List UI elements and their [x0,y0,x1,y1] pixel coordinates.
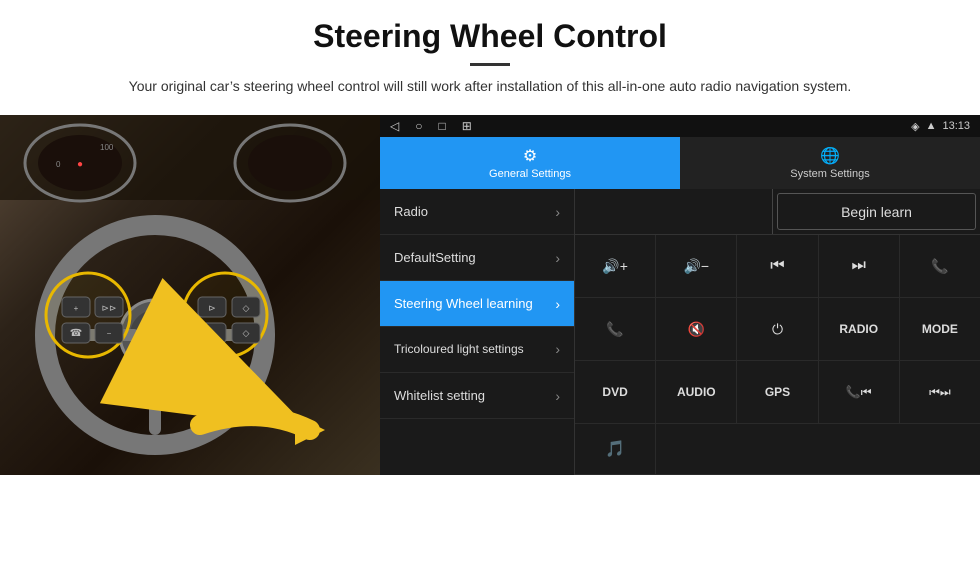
svg-text:100: 100 [100,143,114,152]
status-bar-right: ◈ ▲ 13:13 [911,120,970,133]
mode-label: MODE [922,322,958,336]
gps-label: GPS [765,385,790,399]
svg-text:○: ○ [209,328,214,338]
tab-system-settings[interactable]: 🌐 System Settings [680,137,980,189]
svg-text:−: − [107,329,112,338]
menu-whitelist-label: Whitelist setting [394,388,485,403]
steering-wheel-svg: ● 0 100 + [0,115,380,475]
dvd-label: DVD [602,385,627,399]
menu-item-steering[interactable]: Steering Wheel learning › [380,281,574,327]
menu-list: Radio › DefaultSetting › Steering Wheel … [380,189,575,475]
menu-item-default[interactable]: DefaultSetting › [380,235,574,281]
audio-label: AUDIO [677,385,716,399]
audio-btn[interactable]: AUDIO [656,361,737,423]
prev-track-btn[interactable]: ⏮ [737,235,818,297]
vol-down-icon: 🔊− [684,258,710,275]
page-title: Steering Wheel Control [60,18,920,55]
controls-area: Begin learn 🔊+ 🔊− [575,189,980,475]
menu-default-chevron: › [555,250,560,266]
answer-call-icon: 📞 [606,321,623,338]
svg-text:◇: ◇ [243,303,250,313]
controls-row-4: 🎵 [575,424,980,475]
music-icon: 🎵 [605,439,625,459]
content-row: ● 0 100 + [0,115,980,564]
controls-grid: 🔊+ 🔊− ⏮ ⏭ 📞 [575,235,980,475]
mute-btn[interactable]: 🔇 [656,298,737,360]
general-settings-icon: ⚙ [523,146,537,166]
dvd-btn[interactable]: DVD [575,361,656,423]
svg-text:0: 0 [56,160,61,169]
answer-call-btn[interactable]: 📞 [575,298,656,360]
empty-learn-box [575,189,773,234]
power-btn[interactable]: ⏻ [737,298,818,360]
signal-icon: ▲ [926,120,937,132]
menu-item-tricoloured[interactable]: Tricoloured light settings › [380,327,574,373]
location-icon: ◈ [911,120,919,133]
nav-buttons: ◁ ○ □ ⊞ [390,119,472,133]
svg-text:☎: ☎ [70,328,82,339]
controls-top-row: Begin learn [575,189,980,235]
menu-radio-chevron: › [555,204,560,220]
power-icon: ⏻ [772,321,783,338]
menu-steering-chevron: › [555,296,560,312]
page-subtitle: Your original car’s steering wheel contr… [110,76,870,97]
tab-system-label: System Settings [790,168,869,180]
menu-steering-label: Steering Wheel learning [394,296,533,311]
empty-cell-1 [656,424,980,474]
controls-row-1: 🔊+ 🔊− ⏮ ⏭ 📞 [575,235,980,298]
next-track-btn[interactable]: ⏭ [819,235,900,297]
system-settings-icon: 🌐 [820,146,840,166]
prev-next-icon: ⏮⏭ [929,385,951,400]
status-bar: ◁ ○ □ ⊞ ◈ ▲ 13:13 [380,115,980,137]
radio-label: RADIO [839,322,878,336]
menu-default-label: DefaultSetting [394,250,476,265]
mode-btn[interactable]: MODE [900,298,980,360]
phone-prev-btn[interactable]: 📞⏮ [819,361,900,423]
home-nav-btn[interactable]: ○ [415,119,422,133]
time-display: 13:13 [942,120,970,132]
svg-text:◇: ◇ [243,328,250,338]
next-track-icon: ⏭ [852,257,866,275]
back-nav-btn[interactable]: ◁ [390,119,399,133]
svg-text:⊳: ⊳ [208,303,216,313]
device-panel: ◁ ○ □ ⊞ ◈ ▲ 13:13 ⚙ General Settings [380,115,980,475]
vol-down-btn[interactable]: 🔊− [656,235,737,297]
mute-icon: 🔇 [688,321,705,338]
prev-track-icon: ⏮ [770,257,784,275]
controls-row-2: 📞 🔇 ⏻ RADIO MO [575,298,980,361]
tab-general-settings[interactable]: ⚙ General Settings [380,137,680,189]
svg-text:⊳⊳: ⊳⊳ [101,303,116,313]
controls-row-3: DVD AUDIO GPS 📞⏮ [575,361,980,424]
main-area: Radio › DefaultSetting › Steering Wheel … [380,189,980,475]
menu-item-radio[interactable]: Radio › [380,189,574,235]
begin-learn-button[interactable]: Begin learn [777,193,976,230]
menu-item-whitelist[interactable]: Whitelist setting › [380,373,574,419]
vol-up-icon: 🔊+ [602,258,628,275]
menu-tricoloured-chevron: › [555,341,560,358]
menu-radio-label: Radio [394,204,428,219]
page-container: Steering Wheel Control Your original car… [0,0,980,564]
music-btn[interactable]: 🎵 [575,424,656,474]
phone-prev-icon: 📞⏮ [846,385,872,400]
steering-wheel-photo: ● 0 100 + [0,115,380,475]
title-divider [470,63,510,66]
gps-btn[interactable]: GPS [737,361,818,423]
prev-next-btn[interactable]: ⏮⏭ [900,361,980,423]
vol-up-btn[interactable]: 🔊+ [575,235,656,297]
menu-tricoloured-label: Tricoloured light settings [394,342,524,356]
header-section: Steering Wheel Control Your original car… [0,0,980,105]
radio-btn[interactable]: RADIO [819,298,900,360]
tab-general-label: General Settings [489,168,571,180]
phone-pickup-icon: 📞 [931,258,948,275]
menu-whitelist-chevron: › [555,388,560,404]
svg-text:+: + [74,304,79,313]
svg-text:●: ● [77,159,83,170]
menu-nav-btn[interactable]: ⊞ [462,119,472,133]
recents-nav-btn[interactable]: □ [438,119,445,133]
tabs-row: ⚙ General Settings 🌐 System Settings [380,137,980,189]
phone-pickup-btn[interactable]: 📞 [900,235,980,297]
